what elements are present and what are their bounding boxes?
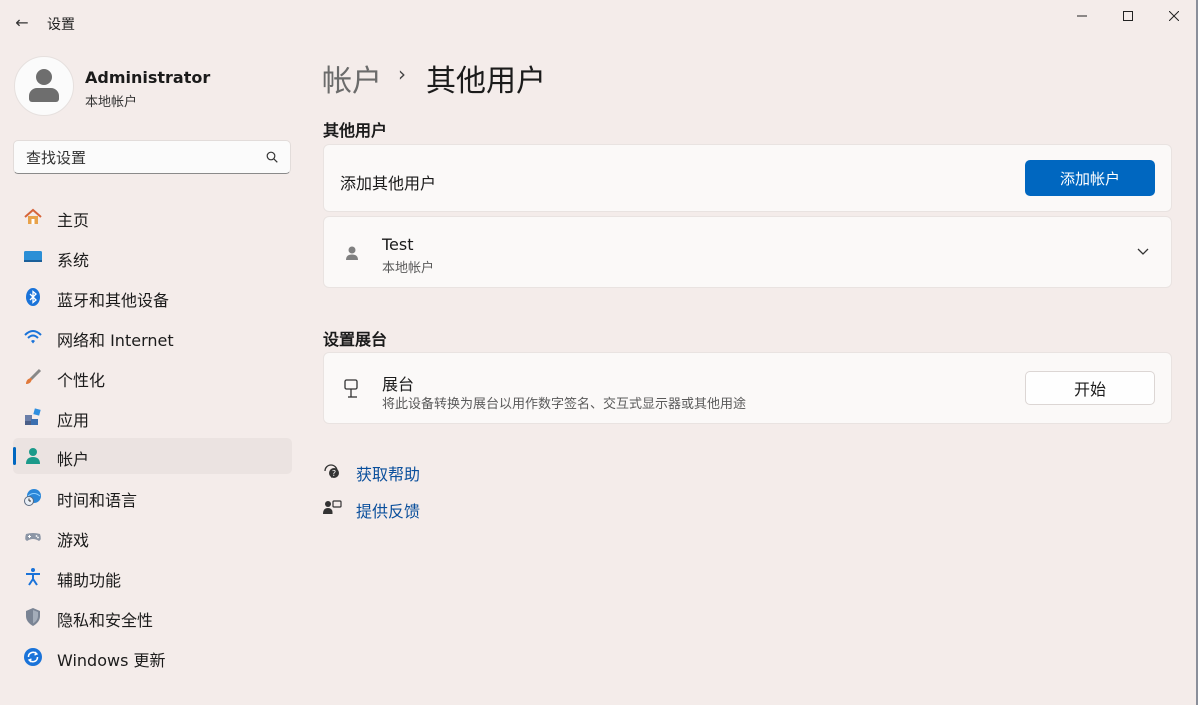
accessibility-icon bbox=[26, 568, 40, 586]
profile-name: Administrator bbox=[85, 68, 211, 87]
kiosk-card: 展台 将此设备转换为展台以用作数字签名、交互式显示器或其他用途 开始 bbox=[323, 352, 1172, 424]
add-account-button[interactable]: 添加帐户 bbox=[1025, 160, 1155, 196]
nav-label-privacy: 隐私和安全性 bbox=[57, 611, 154, 630]
kiosk-heading: 设置展台 bbox=[323, 330, 388, 349]
other-users-heading: 其他用户 bbox=[323, 121, 388, 140]
breadcrumb-separator: › bbox=[398, 62, 406, 86]
nav-item-personalization[interactable]: 个性化 bbox=[13, 359, 292, 395]
nav-item-system[interactable]: 系统 bbox=[13, 239, 292, 275]
chevron-down-icon[interactable] bbox=[1137, 248, 1149, 256]
maximize-icon bbox=[1123, 11, 1133, 21]
avatar[interactable] bbox=[14, 56, 74, 116]
add-user-label: 添加其他用户 bbox=[340, 174, 437, 193]
kiosk-description: 将此设备转换为展台以用作数字签名、交互式显示器或其他用途 bbox=[382, 397, 747, 412]
nav-label-personalization: 个性化 bbox=[57, 371, 106, 390]
nav-label-gaming: 游戏 bbox=[57, 531, 90, 550]
svg-text:?: ? bbox=[332, 469, 336, 478]
home-icon bbox=[24, 208, 42, 224]
feedback-link[interactable]: 提供反馈 bbox=[356, 498, 420, 522]
maximize-button[interactable] bbox=[1108, 4, 1148, 28]
close-icon bbox=[1169, 11, 1179, 21]
nav-item-privacy[interactable]: 隐私和安全性 bbox=[13, 599, 292, 635]
nav-label-time-language: 时间和语言 bbox=[57, 491, 138, 510]
kiosk-title: 展台 bbox=[382, 375, 415, 394]
avatar-head bbox=[36, 69, 52, 85]
selection-indicator bbox=[13, 447, 16, 465]
time-language-icon bbox=[24, 489, 41, 506]
nav-item-apps[interactable]: 应用 bbox=[13, 399, 292, 435]
help-icon: ? bbox=[324, 464, 339, 478]
accounts-icon bbox=[26, 448, 40, 464]
nav-label-windows-update: Windows 更新 bbox=[57, 651, 166, 670]
kiosk-icon bbox=[344, 379, 358, 398]
nav-label-accounts: 帐户 bbox=[57, 450, 90, 469]
app-title: 设置 bbox=[47, 17, 75, 33]
search-input[interactable] bbox=[24, 148, 258, 168]
nav-item-network[interactable]: 网络和 Internet bbox=[13, 319, 292, 355]
nav-item-time-language[interactable]: 时间和语言 bbox=[13, 479, 292, 515]
nav-item-home[interactable]: 主页 bbox=[13, 199, 292, 235]
kiosk-start-button[interactable]: 开始 bbox=[1025, 371, 1155, 405]
add-user-card: 添加其他用户 添加帐户 bbox=[323, 144, 1172, 212]
feedback-icon bbox=[323, 500, 342, 514]
search-icon bbox=[266, 151, 278, 163]
shield-icon bbox=[26, 608, 40, 626]
minimize-button[interactable] bbox=[1062, 4, 1102, 28]
user-name: Test bbox=[382, 235, 414, 254]
search-box[interactable] bbox=[13, 140, 291, 174]
nav-item-bluetooth[interactable]: 蓝牙和其他设备 bbox=[13, 279, 292, 315]
system-icon bbox=[24, 251, 42, 262]
nav-label-bluetooth: 蓝牙和其他设备 bbox=[57, 291, 170, 310]
user-icon bbox=[346, 246, 358, 260]
nav-label-apps: 应用 bbox=[57, 411, 90, 430]
user-account-type: 本地帐户 bbox=[382, 261, 435, 276]
settings-window: ← 设置 Administrator 本地帐户 主页 bbox=[0, 0, 1198, 705]
apps-icon bbox=[25, 408, 41, 425]
nav-label-system: 系统 bbox=[57, 251, 90, 270]
nav-label-home: 主页 bbox=[57, 211, 90, 230]
nav-item-windows-update[interactable]: Windows 更新 bbox=[13, 639, 292, 675]
profile-account-type: 本地帐户 bbox=[85, 95, 138, 110]
wifi-icon bbox=[24, 330, 42, 344]
page-title: 其他用户 bbox=[426, 64, 546, 99]
nav-item-gaming[interactable]: 游戏 bbox=[13, 519, 292, 555]
brush-icon bbox=[26, 368, 42, 384]
nav-label-network: 网络和 Internet bbox=[57, 331, 174, 350]
avatar-body bbox=[29, 88, 59, 102]
windows-update-icon bbox=[24, 648, 42, 666]
back-arrow-icon[interactable]: ← bbox=[12, 12, 32, 32]
nav-item-accounts[interactable]: 帐户 bbox=[13, 438, 292, 474]
breadcrumb-parent[interactable]: 帐户 bbox=[322, 56, 382, 100]
close-button[interactable] bbox=[1154, 4, 1194, 28]
get-help-link[interactable]: 获取帮助 bbox=[356, 461, 420, 485]
user-row[interactable]: Test 本地帐户 bbox=[323, 216, 1172, 288]
gamepad-icon bbox=[25, 533, 41, 541]
nav-label-accessibility: 辅助功能 bbox=[57, 571, 122, 590]
minimize-icon bbox=[1077, 15, 1087, 17]
bluetooth-icon bbox=[26, 288, 40, 306]
nav-item-accessibility[interactable]: 辅助功能 bbox=[13, 559, 292, 595]
